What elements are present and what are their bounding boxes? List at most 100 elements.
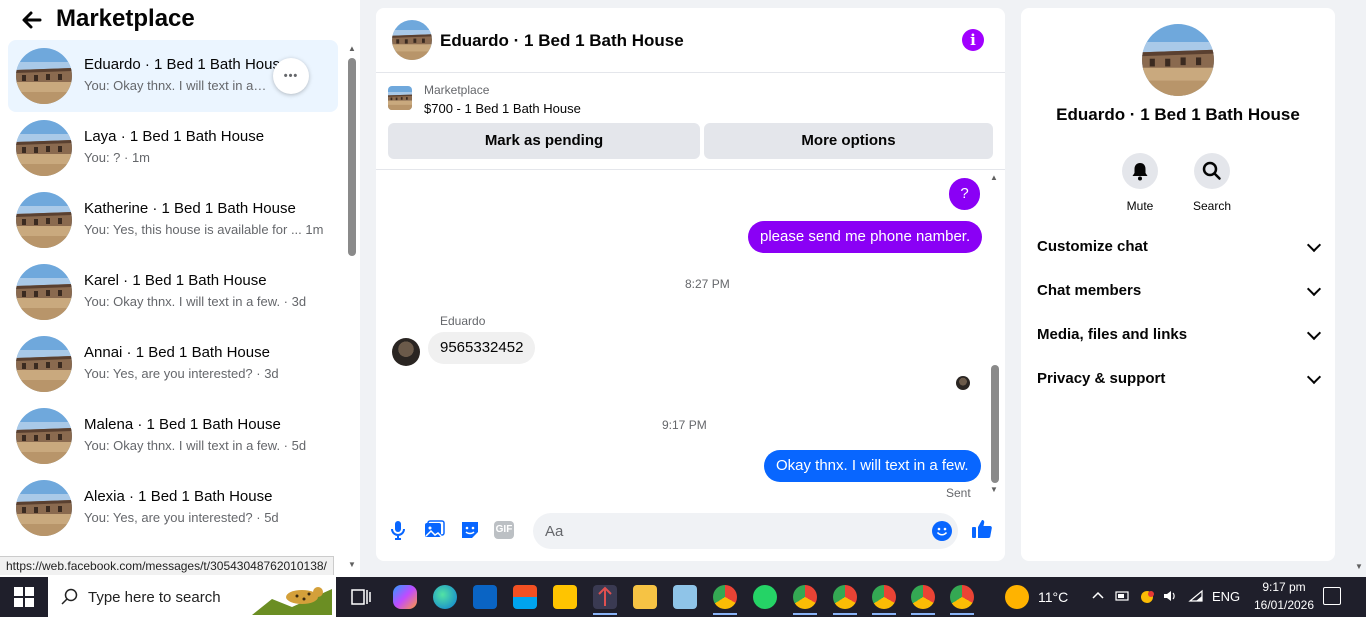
media-files-links-section[interactable]: Media, files and links xyxy=(1037,325,1322,350)
scroll-down-arrow-icon[interactable]: ▼ xyxy=(990,485,998,494)
chrome-profile-icon[interactable] xyxy=(793,585,817,615)
scroll-up-arrow-icon[interactable]: ▲ xyxy=(990,173,998,182)
clock-date[interactable]: 16/01/2026 xyxy=(1248,598,1320,612)
edge-browser-icon[interactable] xyxy=(433,585,457,609)
conversation-details-panel: Eduardo · 1 Bed 1 Bath House Mute Search… xyxy=(1021,8,1335,561)
chrome-profile-icon[interactable] xyxy=(713,585,737,615)
incoming-message: 9565332452 xyxy=(428,332,536,364)
chrome-profile-icon[interactable] xyxy=(950,585,974,615)
sticky-notes-icon[interactable] xyxy=(553,585,577,609)
more-options-icon[interactable]: ••• xyxy=(273,58,309,94)
weather-temperature[interactable]: 11°C xyxy=(1038,589,1068,605)
emoji-icon[interactable] xyxy=(932,521,952,541)
taskbar-search-box[interactable]: Type here to search xyxy=(48,577,336,617)
chrome-profile-icon[interactable] xyxy=(872,585,896,615)
weather-icon[interactable] xyxy=(1005,585,1029,609)
copilot-icon[interactable] xyxy=(393,585,417,609)
chat-title[interactable]: Eduardo · 1 Bed 1 Bath House xyxy=(440,31,684,51)
mute-button[interactable]: Mute xyxy=(1110,153,1170,213)
gif-icon[interactable]: GIF xyxy=(494,521,514,539)
listing-thumbnail[interactable] xyxy=(388,86,412,110)
conversation-item-karel[interactable]: Karel · 1 Bed 1 Bath House You: Okay thn… xyxy=(8,256,338,328)
conversation-list: Eduardo · 1 Bed 1 Bath House You: Okay t… xyxy=(8,40,338,560)
conversation-item-alexia[interactable]: Alexia · 1 Bed 1 Bath House You: Yes, ar… xyxy=(8,472,338,544)
bell-icon xyxy=(1122,153,1158,189)
chevron-down-icon xyxy=(1306,369,1322,385)
thumbs-up-icon[interactable] xyxy=(970,517,994,541)
file-explorer-icon[interactable] xyxy=(633,585,657,609)
info-icon[interactable]: i xyxy=(962,29,984,51)
microsoft-store-icon[interactable] xyxy=(513,585,537,609)
microphone-icon[interactable] xyxy=(386,518,410,542)
chat-header: Eduardo · 1 Bed 1 Bath House i xyxy=(376,8,1005,73)
scroll-down-arrow-icon[interactable]: ▼ xyxy=(1355,562,1363,571)
sender-name: Eduardo xyxy=(440,314,486,328)
conversation-name: Malena · 1 Bed 1 Bath House xyxy=(84,416,281,433)
scroll-thumb[interactable] xyxy=(991,365,999,483)
scroll-down-arrow-icon[interactable]: ▼ xyxy=(348,560,356,569)
whatsapp-icon[interactable] xyxy=(753,585,777,609)
conversation-item-katherine[interactable]: Katherine · 1 Bed 1 Bath House You: Yes,… xyxy=(8,184,338,256)
mark-as-pending-button[interactable]: Mark as pending xyxy=(388,123,700,159)
marketplace-label: Marketplace xyxy=(424,83,490,97)
listing-avatar xyxy=(16,336,72,392)
chat-panel: Eduardo · 1 Bed 1 Bath House i Marketpla… xyxy=(376,8,1005,561)
chat-members-section[interactable]: Chat members xyxy=(1037,281,1322,306)
battery-icon[interactable] xyxy=(1115,589,1131,606)
chrome-notification-icon[interactable] xyxy=(1139,589,1155,608)
details-name: Eduardo · 1 Bed 1 Bath House xyxy=(1056,105,1300,124)
conversation-item-malena[interactable]: Malena · 1 Bed 1 Bath House You: Okay th… xyxy=(8,400,338,472)
sticker-icon[interactable] xyxy=(458,518,482,542)
task-view-icon[interactable] xyxy=(349,585,373,609)
details-avatar[interactable] xyxy=(1142,24,1214,96)
search-in-conversation-button[interactable]: Search xyxy=(1182,153,1242,213)
section-label: Chat members xyxy=(1037,282,1142,299)
outlook-icon[interactable] xyxy=(473,585,497,609)
customize-chat-section[interactable]: Customize chat xyxy=(1037,237,1322,262)
active-app-icon[interactable] xyxy=(593,585,617,615)
conversation-snippet: You: Yes, this house is available for ..… xyxy=(84,222,324,237)
conversation-name: Laya · 1 Bed 1 Bath House xyxy=(84,128,265,145)
scroll-thumb[interactable] xyxy=(348,58,356,256)
status-bar-url: https://web.facebook.com/messages/t/3054… xyxy=(0,556,334,575)
chat-scrollbar[interactable]: ▲ ▼ xyxy=(988,173,1002,498)
listing-avatar xyxy=(16,408,72,464)
listing-avatar xyxy=(16,480,72,536)
conversation-snippet: You: Yes, are you interested? · 5d xyxy=(84,510,279,525)
conversation-snippet: You: Okay thnx. I will text in a few. xyxy=(84,78,269,93)
photo-icon[interactable] xyxy=(422,518,446,542)
outgoing-message: ? xyxy=(949,178,980,210)
conversation-snippet: You: Yes, are you interested? · 3d xyxy=(84,366,279,381)
listing-price-title[interactable]: $700 - 1 Bed 1 Bath House xyxy=(424,101,581,116)
chrome-profile-icon[interactable] xyxy=(911,585,935,615)
chevron-up-icon[interactable] xyxy=(1091,589,1105,606)
message-input[interactable] xyxy=(533,513,958,549)
volume-icon[interactable] xyxy=(1162,589,1178,606)
listing-avatar xyxy=(16,264,72,320)
search-icon xyxy=(1194,153,1230,189)
search-icon xyxy=(60,587,80,607)
message-thread: ? please send me phone namber. 8:27 PM E… xyxy=(376,171,1005,501)
privacy-support-section[interactable]: Privacy & support xyxy=(1037,369,1322,394)
notepad-icon[interactable] xyxy=(673,585,697,609)
chrome-profile-icon[interactable] xyxy=(833,585,857,615)
more-options-button[interactable]: More options xyxy=(704,123,993,159)
clock-time[interactable]: 9:17 pm xyxy=(1250,580,1318,594)
chat-avatar[interactable] xyxy=(392,20,432,60)
wifi-icon[interactable] xyxy=(1188,589,1204,606)
back-arrow-icon[interactable] xyxy=(20,6,44,34)
conversation-item-annai[interactable]: Annai · 1 Bed 1 Bath House You: Yes, are… xyxy=(8,328,338,400)
message-composer: GIF xyxy=(376,508,1005,555)
chevron-down-icon xyxy=(1306,281,1322,297)
notification-center-icon[interactable] xyxy=(1323,587,1341,605)
marketplace-listing-bar: Marketplace $700 - 1 Bed 1 Bath House Ma… xyxy=(376,73,1005,170)
windows-start-icon[interactable] xyxy=(14,587,34,607)
input-language[interactable]: ENG xyxy=(1212,589,1240,604)
conversation-item-laya[interactable]: Laya · 1 Bed 1 Bath House You: ? · 1m xyxy=(8,112,338,184)
sender-avatar[interactable] xyxy=(392,338,420,366)
scroll-up-arrow-icon[interactable]: ▲ xyxy=(348,44,356,53)
sidebar-scrollbar[interactable]: ▲ ▼ xyxy=(346,44,358,572)
conversation-name: Katherine · 1 Bed 1 Bath House xyxy=(84,200,296,217)
page-scrollbar[interactable]: ▼ xyxy=(1352,0,1366,577)
conversation-item-eduardo[interactable]: Eduardo · 1 Bed 1 Bath House You: Okay t… xyxy=(8,40,338,112)
